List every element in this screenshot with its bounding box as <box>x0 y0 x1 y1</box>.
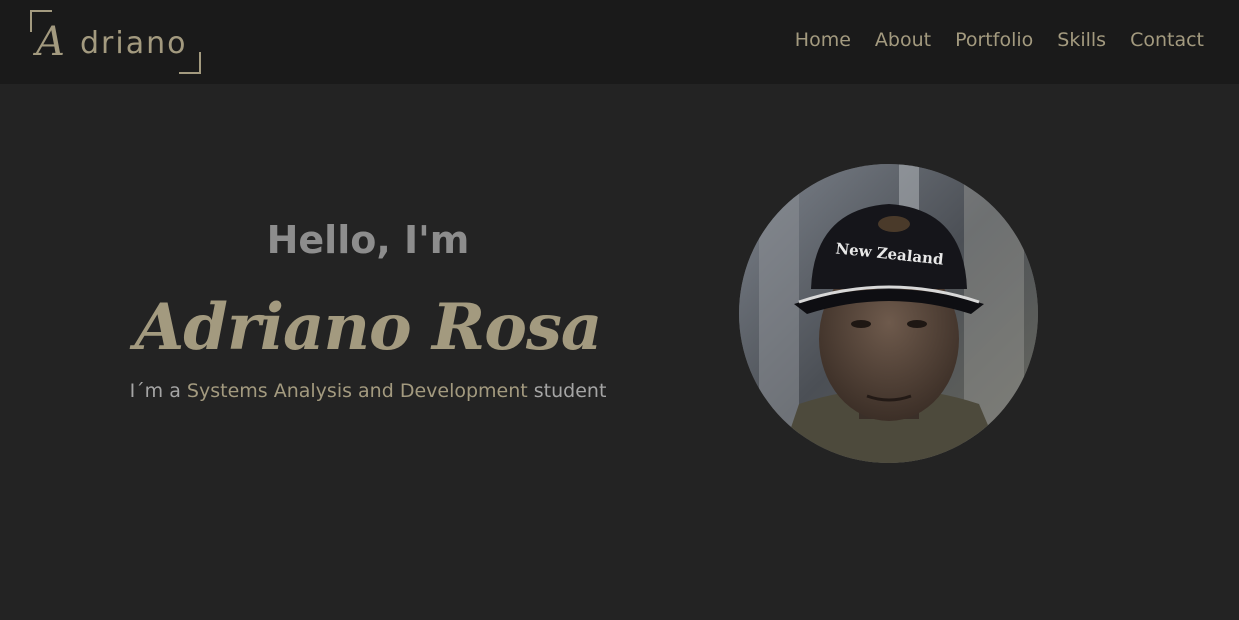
tagline-suffix: student <box>527 380 607 402</box>
logo-corner-bottom-right <box>179 52 201 74</box>
tagline-prefix: I´m a <box>129 380 187 402</box>
hero-intro: Hello, I'm Adriano Rosa I´m a Systems An… <box>60 210 676 423</box>
logo[interactable]: A driano <box>30 10 201 74</box>
profile-photo: New Zealand <box>739 164 1038 463</box>
nav-link-home[interactable]: Home <box>795 29 851 51</box>
navbar: A driano Home About Portfolio Skills Con… <box>0 0 1239 84</box>
main-nav: Home About Portfolio Skills Contact <box>795 29 1204 51</box>
hero-name: Adriano Rosa <box>134 290 603 365</box>
nav-link-contact[interactable]: Contact <box>1130 29 1204 51</box>
hero-greeting: Hello, I'm <box>266 218 470 262</box>
nav-link-portfolio[interactable]: Portfolio <box>955 29 1033 51</box>
tagline-highlight: Systems Analysis and Development <box>186 380 528 402</box>
nav-link-about[interactable]: About <box>875 29 931 51</box>
nav-link-skills[interactable]: Skills <box>1057 29 1106 51</box>
logo-text: driano <box>80 26 188 61</box>
logo-initial: A <box>36 19 65 65</box>
hero-tagline: I´m a Systems Analysis and Development s… <box>60 378 676 404</box>
profile-photo-illustration: New Zealand <box>739 164 1038 463</box>
